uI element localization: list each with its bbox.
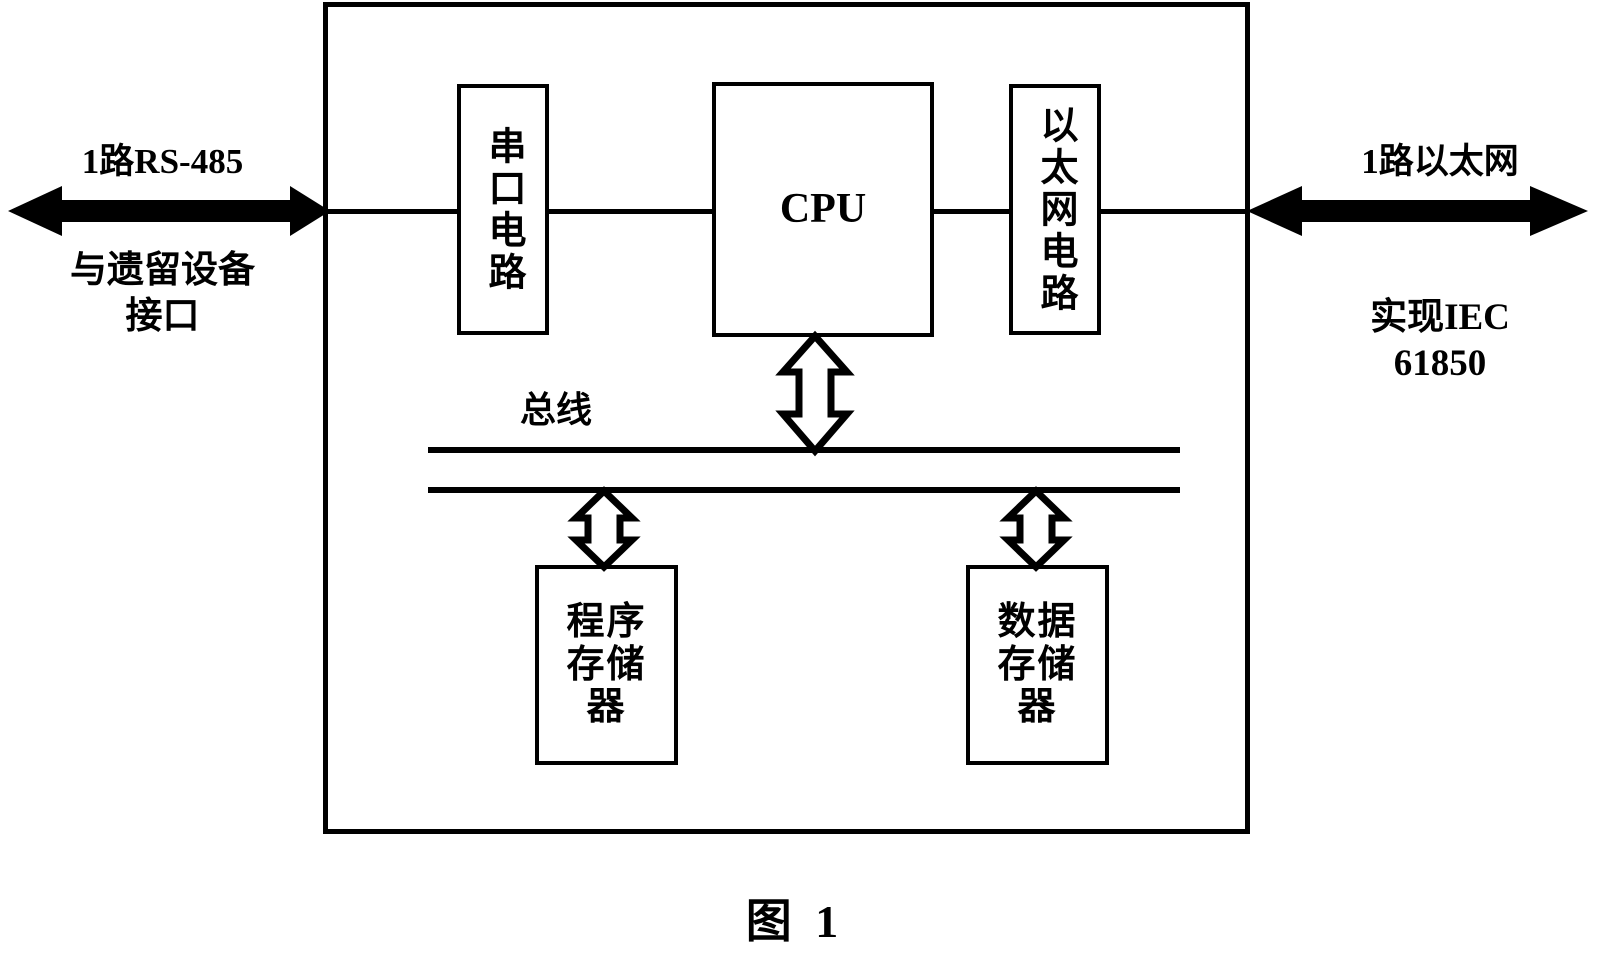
right-interface-bottom-label: 实现IEC 61850 [1370,297,1510,385]
program-memory-block: 程序存储器 [535,565,678,765]
ethernet-to-enclosure-connector [1099,209,1249,214]
cpu-label: CPU [779,185,867,232]
right-external-bidirectional-arrow [1247,186,1588,236]
bus-label: 总线 [520,390,593,430]
figure-caption: 图 1 [745,896,845,947]
figure-canvas: 1路RS-485 与遗留设备 接口 1路以太网 实现IEC 61850 串口电路… [0,0,1597,972]
data-memory-block: 数据存储器 [966,565,1109,765]
ethernet-circuit-label: 以太网电路 [1034,104,1076,315]
data-memory-label: 数据存储器 [997,601,1078,729]
program-memory-label: 程序存储器 [566,601,647,729]
left-interface-bottom-label: 与遗留设备 接口 [70,250,255,338]
right-interface-top-label: 1路以太网 [1361,142,1519,181]
cpu-to-ethernet-connector [932,209,1012,214]
enclosure-to-serial-connector [325,209,460,214]
left-external-bidirectional-arrow [8,186,330,236]
serial-to-cpu-connector [547,209,715,214]
bus-line-lower [428,487,1180,493]
ethernet-circuit-block: 以太网电路 [1009,84,1101,335]
cpu-block: CPU [712,82,934,337]
serial-circuit-block: 串口电路 [457,84,549,335]
bus-line-upper [428,447,1180,453]
serial-circuit-label: 串口电路 [482,125,524,294]
left-interface-top-label: 1路RS-485 [81,142,244,181]
